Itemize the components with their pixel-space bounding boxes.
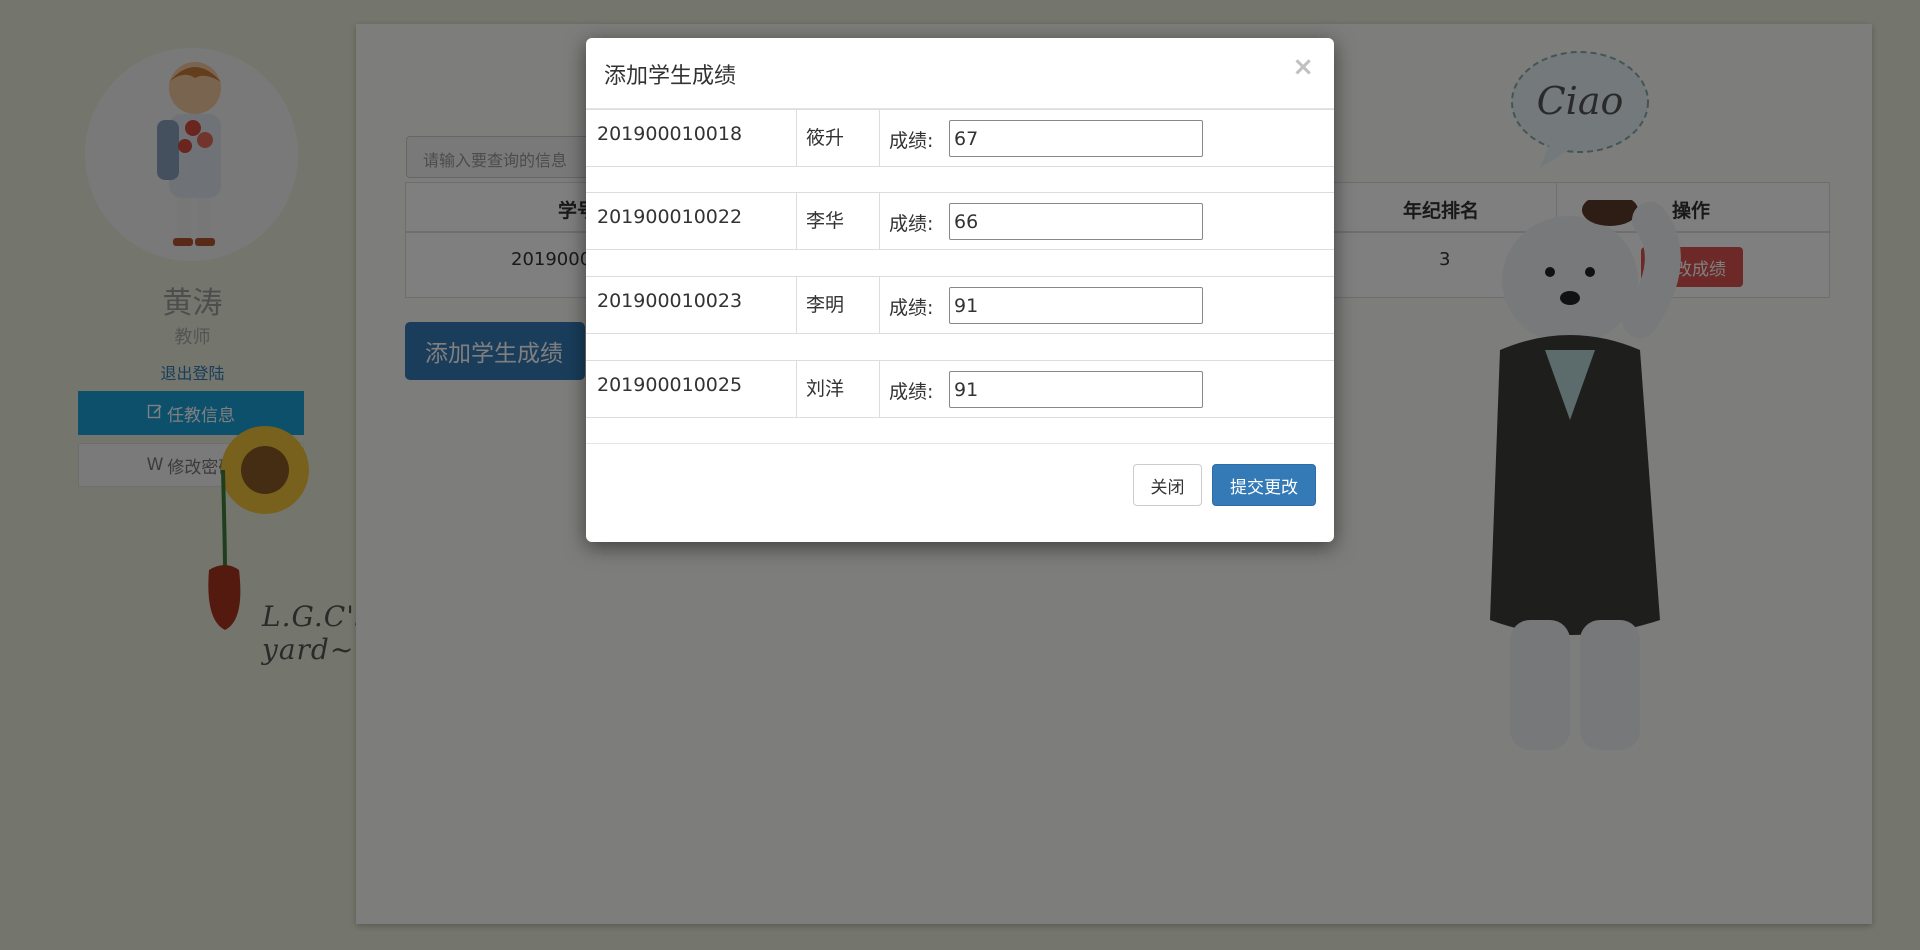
add-score-modal: 添加学生成绩 × 201900010018 筱升 成绩: 20190001002… (586, 38, 1334, 542)
modal-title: 添加学生成绩 (604, 64, 737, 89)
score-label: 成绩: (889, 381, 934, 403)
close-icon[interactable]: × (1292, 52, 1314, 82)
student-id: 201900010022 (597, 206, 743, 228)
student-row: 201900010023 李明 成绩: (586, 276, 1334, 334)
submit-changes-button[interactable]: 提交更改 (1212, 464, 1316, 506)
modal-header: 添加学生成绩 × (586, 38, 1334, 109)
student-row: 201900010025 刘洋 成绩: (586, 360, 1334, 418)
student-name: 刘洋 (806, 378, 845, 400)
student-name: 李明 (806, 294, 845, 316)
score-input[interactable] (949, 203, 1203, 240)
score-label: 成绩: (889, 130, 934, 152)
student-id: 201900010018 (597, 123, 743, 145)
score-label: 成绩: (889, 213, 934, 235)
student-id: 201900010023 (597, 290, 743, 312)
score-label: 成绩: (889, 297, 934, 319)
student-name: 筱升 (806, 127, 845, 149)
score-input[interactable] (949, 287, 1203, 324)
score-input[interactable] (949, 120, 1203, 157)
student-row: 201900010018 筱升 成绩: (586, 109, 1334, 167)
student-id: 201900010025 (597, 374, 743, 396)
close-button[interactable]: 关闭 (1133, 464, 1202, 506)
student-name: 李华 (806, 210, 845, 232)
student-row: 201900010022 李华 成绩: (586, 192, 1334, 250)
score-input[interactable] (949, 371, 1203, 408)
